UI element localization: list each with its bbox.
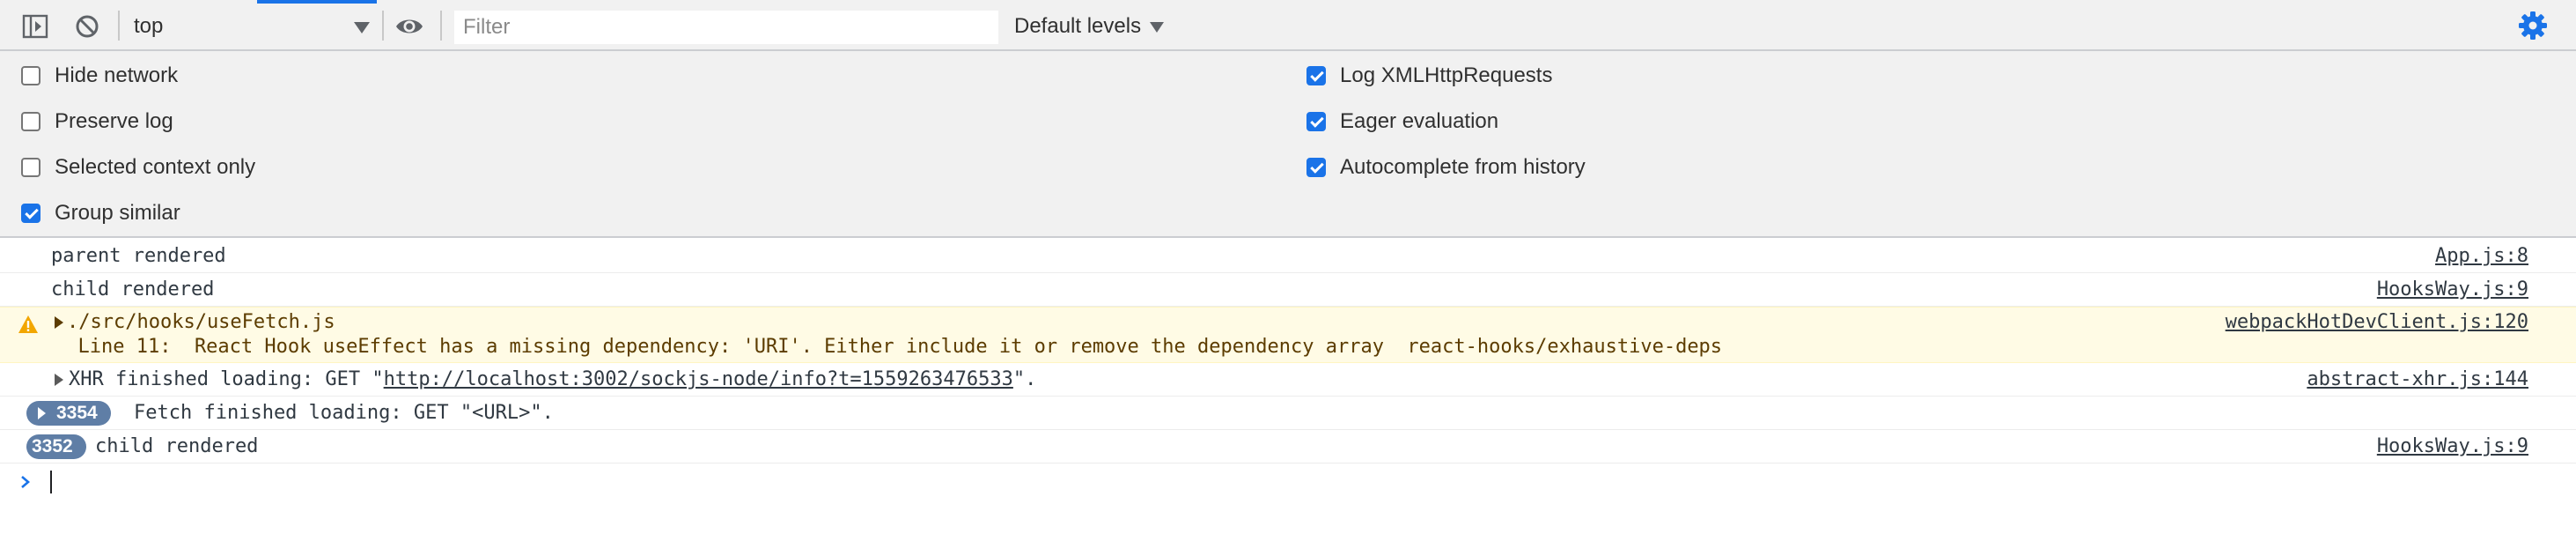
expand-triangle-icon[interactable] <box>55 374 63 386</box>
levels-label: Default levels <box>1014 14 1142 38</box>
toolbar-separator <box>382 11 384 41</box>
text-cursor <box>50 471 52 493</box>
grouped-message: 3354 Fetch finished loading: GET "<URL>"… <box>0 397 2576 430</box>
selected-context-checkbox[interactable] <box>21 158 40 177</box>
message-text: Fetch finished loading: GET "<URL>". <box>134 402 554 424</box>
warning-path: ./src/hooks/useFetch.js <box>67 311 335 333</box>
expand-triangle-icon <box>38 407 46 419</box>
log-levels-dropdown[interactable]: Default levels <box>1014 9 1165 44</box>
console-message: XHR finished loading: GET "http://localh… <box>0 363 2576 397</box>
clear-console-icon[interactable] <box>72 11 102 41</box>
setting-label: Selected context only <box>55 155 256 179</box>
expand-triangle-icon[interactable] <box>55 316 63 329</box>
sidebar-toggle-icon[interactable] <box>21 11 51 41</box>
context-selector[interactable]: top <box>134 9 372 44</box>
message-text: child rendered <box>95 435 259 457</box>
source-link[interactable]: webpackHotDevClient.js:120 <box>2226 310 2528 335</box>
context-value: top <box>134 14 164 38</box>
warning-icon <box>18 315 39 339</box>
log-xhr-checkbox[interactable] <box>1306 66 1326 85</box>
setting-label: Preserve log <box>55 109 173 133</box>
eye-icon[interactable] <box>394 11 424 41</box>
autocomplete-checkbox[interactable] <box>1306 158 1326 177</box>
console-toolbar: top Default levels <box>0 0 2576 51</box>
group-similar-checkbox[interactable] <box>21 204 40 223</box>
warning-detail: Line 11: React Hook useEffect has a miss… <box>55 336 1723 358</box>
setting-label: Group similar <box>55 201 180 225</box>
repeat-count: 3354 <box>56 403 98 423</box>
console-message: child rendered HooksWay.js:9 <box>0 273 2576 307</box>
prompt-chevron-icon <box>19 474 32 494</box>
dropdown-arrow-icon <box>1150 22 1165 33</box>
preserve-log-checkbox[interactable] <box>21 112 40 131</box>
setting-label: Hide network <box>55 63 179 87</box>
source-link[interactable]: HooksWay.js:9 <box>2377 434 2528 459</box>
repeat-count-badge: 3352 <box>26 434 86 459</box>
source-link[interactable]: App.js:8 <box>2435 244 2528 269</box>
xhr-url-link[interactable]: http://localhost:3002/sockjs-node/info?t… <box>384 368 1013 390</box>
toolbar-separator <box>118 11 120 41</box>
setting-label: Eager evaluation <box>1340 109 1499 133</box>
source-link[interactable]: HooksWay.js:9 <box>2377 278 2528 302</box>
dropdown-arrow-icon <box>354 22 370 33</box>
xhr-message: XHR finished loading: GET "http://localh… <box>69 367 1036 392</box>
message-text: parent rendered <box>51 245 226 267</box>
console-message: parent rendered App.js:8 <box>0 240 2576 273</box>
xhr-prefix: XHR finished loading: GET " <box>69 368 384 390</box>
hide-network-checkbox[interactable] <box>21 66 40 85</box>
console-settings-pane: Hide network Preserve log Selected conte… <box>0 51 2576 238</box>
message-text: child rendered <box>51 278 215 300</box>
warning-message: ./src/hooks/useFetch.js Line 11: React H… <box>0 307 2576 363</box>
grouped-message: 3352 child rendered HooksWay.js:9 <box>0 430 2576 464</box>
console-prompt[interactable] <box>0 464 2576 502</box>
setting-label: Autocomplete from history <box>1340 155 1586 179</box>
repeat-count-badge[interactable]: 3354 <box>26 401 111 426</box>
toolbar-separator <box>440 11 442 41</box>
repeat-count: 3352 <box>32 436 73 456</box>
active-tab-indicator <box>257 0 377 4</box>
filter-input[interactable] <box>454 11 998 44</box>
gear-icon[interactable] <box>2518 11 2548 41</box>
xhr-suffix: ". <box>1012 368 1037 390</box>
source-link[interactable]: abstract-xhr.js:144 <box>2307 367 2528 392</box>
setting-label: Log XMLHttpRequests <box>1340 63 1553 87</box>
eager-evaluation-checkbox[interactable] <box>1306 112 1326 131</box>
